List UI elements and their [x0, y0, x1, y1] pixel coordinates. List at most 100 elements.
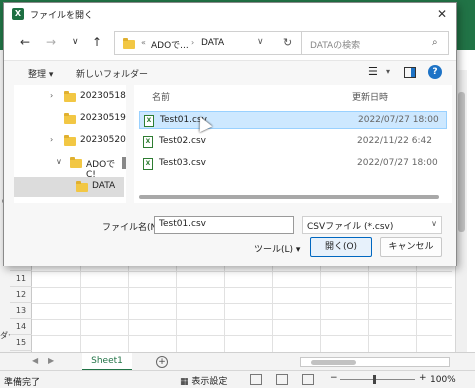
display-settings-label: 表示設定 — [191, 377, 228, 387]
expand-chevron-icon[interactable]: › — [50, 135, 53, 144]
up-folder-icon[interactable]: ↑ — [92, 35, 102, 49]
tab-prev-icon[interactable]: ◀ — [32, 356, 38, 365]
grid-line — [32, 303, 452, 304]
file-row[interactable]: X Test03.csv 2022/07/27 18:00 — [139, 155, 447, 173]
file-list-scrollbar[interactable] — [139, 195, 439, 199]
address-dropdown-icon[interactable]: ∨ — [257, 37, 264, 47]
tree-item-data[interactable]: DATA — [14, 177, 124, 197]
status-bar: 準備完了 ▦ 表示設定 − + 100% — [0, 370, 475, 388]
folder-icon — [70, 157, 82, 168]
tree-item-label: DATA — [92, 181, 116, 191]
search-box[interactable]: DATAの検索 ⌕ — [301, 31, 449, 55]
dialog-title: ファイルを開く — [30, 11, 94, 21]
csv-file-icon: X — [143, 136, 153, 148]
scroll-thumb[interactable] — [311, 360, 356, 365]
row-number[interactable]: 15 — [10, 335, 32, 351]
dialog-titlebar[interactable]: X ファイルを開く ✕ — [4, 3, 456, 25]
view-dropdown-icon[interactable]: ▾ — [386, 67, 390, 76]
address-overflow-icon[interactable]: « — [141, 38, 146, 47]
breadcrumb-ado[interactable]: ADOで... — [151, 38, 189, 51]
excel-app-icon: X — [12, 8, 24, 20]
dialog-toolbar: 整理 ▾ 新しいフォルダー ☰ ▾ ? — [4, 61, 456, 85]
breadcrumb-data[interactable]: DATA — [201, 38, 224, 48]
tree-item-20230520[interactable]: › 20230520 — [14, 131, 126, 151]
grid-line — [272, 255, 273, 355]
grid-line — [80, 255, 81, 355]
csv-file-icon: X — [144, 115, 154, 127]
file-name-input[interactable]: Test01.csv — [154, 216, 294, 234]
preview-pane-icon[interactable] — [404, 67, 416, 78]
zoom-out-icon[interactable]: − — [330, 373, 338, 383]
file-date: 2022/11/22 6:42 — [357, 136, 432, 146]
normal-view-icon[interactable] — [250, 374, 262, 385]
tree-item-20230518[interactable]: › 20230518 — [14, 87, 126, 107]
grid-line — [32, 271, 452, 272]
horizontal-scrollbar[interactable] — [300, 357, 450, 367]
recent-locations-icon[interactable]: ∨ — [72, 37, 79, 47]
column-header-name[interactable]: 名前 — [152, 90, 170, 103]
grid-line — [368, 255, 369, 355]
file-list: 名前 更新日時 X Test01.csv 2022/07/27 18:00 X … — [134, 85, 452, 203]
status-ready-text: 準備完了 — [4, 378, 41, 388]
new-folder-button[interactable]: 新しいフォルダー — [76, 67, 148, 80]
zoom-slider[interactable] — [340, 379, 415, 380]
file-name: Test02.csv — [159, 136, 206, 146]
refresh-icon[interactable]: ↻ — [283, 36, 292, 49]
cancel-button[interactable]: キャンセル — [380, 237, 442, 257]
page-layout-icon[interactable] — [276, 374, 288, 385]
sheet-tab-bar: ◀ ▶ Sheet1 + — [0, 352, 475, 371]
expand-chevron-icon[interactable]: › — [50, 91, 53, 100]
chevron-down-icon[interactable]: ∨ — [431, 219, 437, 228]
file-row[interactable]: X Test02.csv 2022/11/22 6:42 — [139, 133, 447, 151]
grid-line — [32, 319, 452, 320]
file-date: 2022/07/27 18:00 — [358, 115, 439, 125]
zoom-level[interactable]: 100% — [430, 375, 456, 385]
tree-item-ado[interactable]: ∨ ADOでC! — [14, 153, 124, 180]
navigation-bar: ← → ∨ ↑ « ADOで... › DATA ∨ ↻ DATAの検索 ⌕ — [4, 25, 456, 61]
tree-item-label: 20230518 — [80, 91, 126, 101]
organize-button[interactable]: 整理 ▾ — [28, 67, 53, 80]
tree-item-20230519[interactable]: 20230519 — [14, 109, 126, 129]
address-bar[interactable]: « ADOで... › DATA ∨ ↻ — [114, 31, 302, 55]
tree-scrollbar[interactable] — [122, 157, 126, 169]
close-button[interactable]: ✕ — [432, 5, 452, 23]
scroll-thumb[interactable] — [458, 92, 465, 232]
zoom-in-icon[interactable]: + — [419, 373, 427, 383]
zoom-slider-thumb[interactable] — [373, 375, 376, 384]
folder-icon — [123, 38, 135, 49]
open-button[interactable]: 開く(O) — [310, 237, 372, 257]
dialog-footer: ファイル名(N): Test01.csv CSVファイル (*.csv) ∨ ツ… — [4, 206, 456, 266]
display-settings-button[interactable]: ▦ 表示設定 — [180, 374, 227, 387]
file-type-select[interactable]: CSVファイル (*.csv) ∨ — [302, 216, 442, 234]
file-name: Test03.csv — [159, 158, 206, 168]
folder-tree: › 20230518 20230519 › 20230520 ∨ ADOでC! … — [14, 85, 126, 203]
row-number[interactable]: 14 — [10, 319, 32, 335]
file-row[interactable]: X Test01.csv 2022/07/27 18:00 — [139, 111, 447, 129]
grid-line — [224, 255, 225, 355]
add-sheet-icon[interactable]: + — [156, 356, 168, 368]
search-icon[interactable]: ⌕ — [432, 37, 438, 48]
worksheet-grid[interactable] — [10, 255, 466, 355]
column-header-date[interactable]: 更新日時 — [352, 90, 388, 103]
grid-line — [128, 255, 129, 355]
tools-menu-button[interactable]: ツール(L) ▾ — [254, 242, 300, 255]
folder-icon — [64, 91, 76, 102]
view-options-icon[interactable]: ☰ — [368, 65, 378, 78]
row-number[interactable]: 12 — [10, 287, 32, 303]
sheet-tab-sheet1[interactable]: Sheet1 — [82, 353, 132, 371]
file-type-value: CSVファイル (*.csv) — [307, 222, 394, 232]
grid-line — [32, 335, 452, 336]
row-headers: 10 11 12 13 14 15 — [10, 255, 32, 355]
grid-line — [416, 255, 417, 355]
breadcrumb-separator-icon[interactable]: › — [191, 38, 194, 47]
help-icon[interactable]: ? — [428, 65, 442, 79]
forward-icon[interactable]: → — [46, 35, 56, 49]
folder-icon — [64, 135, 76, 146]
grid-line — [320, 255, 321, 355]
back-icon[interactable]: ← — [20, 35, 30, 49]
collapse-chevron-icon[interactable]: ∨ — [56, 157, 62, 166]
tab-next-icon[interactable]: ▶ — [48, 356, 54, 365]
row-number[interactable]: 11 — [10, 271, 32, 287]
row-number[interactable]: 13 — [10, 303, 32, 319]
page-break-icon[interactable] — [302, 374, 314, 385]
